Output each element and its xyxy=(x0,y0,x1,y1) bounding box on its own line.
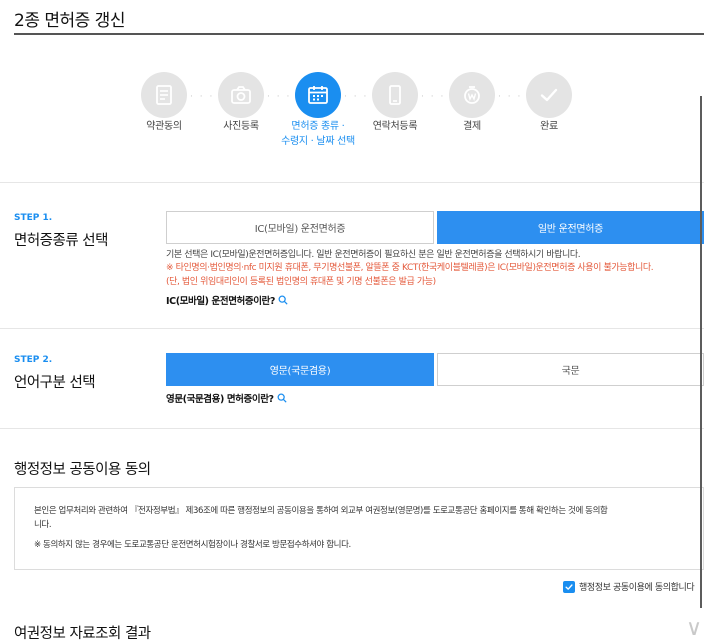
document-icon xyxy=(156,85,172,105)
search-icon xyxy=(277,393,287,403)
step-complete xyxy=(526,72,572,118)
step-contact xyxy=(372,72,418,118)
payment-icon xyxy=(464,86,480,104)
chevron-down-icon[interactable]: ∨ xyxy=(686,616,702,641)
step-label-line: 수령지 · 날짜 선택 xyxy=(281,136,355,147)
vertical-scrollbar[interactable] xyxy=(700,96,702,608)
option-korean[interactable]: 국문 xyxy=(437,353,704,386)
step1-heading: 면허증종류 선택 xyxy=(14,233,109,249)
section-divider xyxy=(0,428,704,429)
option-regular-license[interactable]: 일반 운전면허증 xyxy=(437,211,704,244)
consent-title: 행정정보 공동이용 동의 xyxy=(14,462,151,478)
section-divider xyxy=(0,328,704,329)
step2-heading: 언어구분 선택 xyxy=(14,375,96,391)
option-ic-mobile-license[interactable]: IC(모바일) 운전면허증 xyxy=(166,211,434,244)
section-divider xyxy=(0,182,704,183)
checkbox-checked-icon[interactable] xyxy=(563,580,575,593)
step-connector: · · · xyxy=(190,92,215,102)
step-connector: · · · xyxy=(344,92,369,102)
english-license-help-link[interactable]: 영문(국문겸용) 면허증이란? xyxy=(166,391,287,405)
consent-agree-label: 행정정보 공동이용에 동의합니다 xyxy=(579,583,695,593)
step-payment xyxy=(449,72,495,118)
step-terms xyxy=(141,72,187,118)
help-link-label: IC(모바일) 운전면허증이란? xyxy=(166,296,276,307)
page-title: 2종 면허증 갱신 xyxy=(14,11,125,31)
camera-icon xyxy=(231,86,251,104)
step-connector: · · · xyxy=(498,92,523,102)
step1-note: 기본 선택은 IC(모바일)운전면허증입니다. 일반 운전면허증이 필요하신 분… xyxy=(166,250,581,260)
step-license-type xyxy=(295,72,341,118)
option-english-korean[interactable]: 영문(국문겸용) xyxy=(166,353,434,386)
phone-icon xyxy=(389,85,401,105)
title-divider xyxy=(14,33,704,35)
passport-result-title: 여권정보 자료조회 결과 xyxy=(14,626,151,642)
help-link-label: 영문(국문겸용) 면허증이란? xyxy=(166,394,274,405)
ic-license-help-link[interactable]: IC(모바일) 운전면허증이란? xyxy=(166,293,288,307)
step-label-complete: 완료 xyxy=(540,121,558,132)
step1-warning-exception: (단, 법인 위임대리인이 등록된 법인명의 휴대폰 및 기명 선불폰은 발급 … xyxy=(166,277,436,287)
consent-text-line: 본인은 업무처리와 관련하여 『전자정부법』 제36조에 따른 행정정보의 공동… xyxy=(34,506,608,516)
calendar-icon xyxy=(308,86,328,104)
step1-tag: STEP 1. xyxy=(14,213,53,223)
step2-tag: STEP 2. xyxy=(14,355,53,365)
consent-box xyxy=(14,487,704,570)
check-icon xyxy=(540,88,558,102)
step1-warning: ※ 타인명의·법인명의·nfc 미지원 휴대폰, 무기명선불폰, 알뜰폰 중 K… xyxy=(166,263,654,273)
step-connector: · · · xyxy=(267,92,292,102)
search-icon xyxy=(278,295,288,305)
consent-text-line: 니다. xyxy=(34,520,52,530)
step-connector: · · · xyxy=(421,92,446,102)
consent-notice: ※ 동의하지 않는 경우에는 도로교통공단 운전면허시험장이나 경찰서로 방문접… xyxy=(34,540,351,550)
step-photo xyxy=(218,72,264,118)
consent-agree-checkbox[interactable]: 행정정보 공동이용에 동의합니다 xyxy=(563,580,695,593)
